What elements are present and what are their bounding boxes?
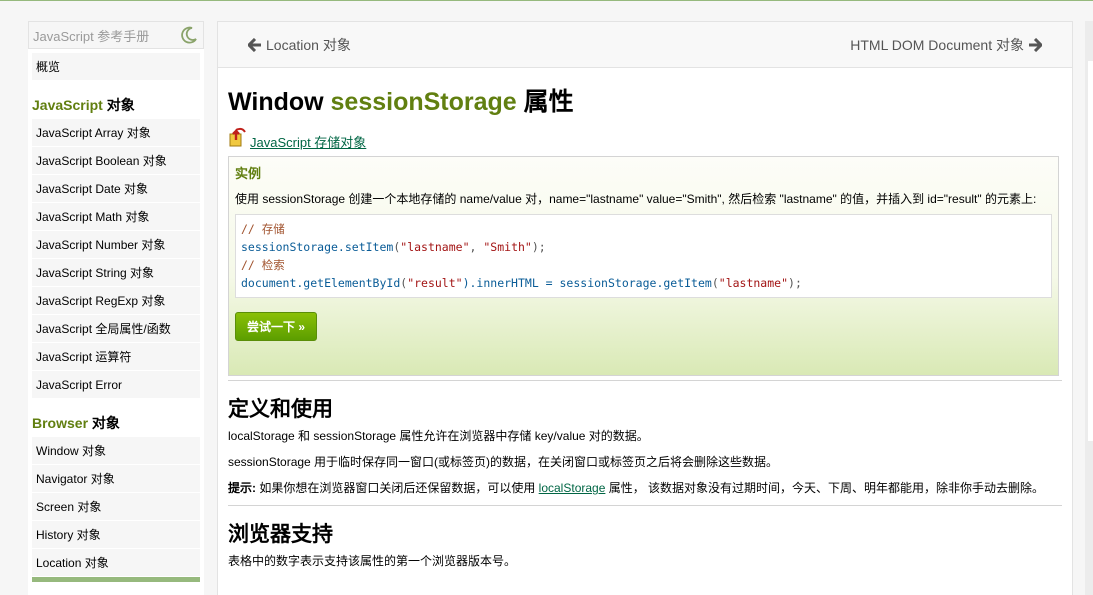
sidebar-item-active[interactable] <box>32 577 200 583</box>
code-block: // 存储 sessionStorage.setItem("lastname",… <box>235 214 1052 298</box>
sidebar-item[interactable]: JavaScript Number 对象 <box>32 231 200 259</box>
page-title: Window sessionStorage 属性 <box>228 82 1062 118</box>
section-green-word: Browser <box>32 415 89 431</box>
definition-paragraph-1: localStorage 和 sessionStorage 属性允许在浏览器中存… <box>228 429 649 443</box>
tip-text-b: 属性， 该数据对象没有过期时间，今天、下周、明年都能用，除非你手动去删除。 <box>605 481 1045 495</box>
breadcrumb: JavaScript 存储对象 <box>228 127 1062 152</box>
example-box: 实例 使用 sessionStorage 创建一个本地存储的 name/valu… <box>228 156 1059 376</box>
section-rest: 对象 <box>88 415 120 431</box>
sidebar-item-overview[interactable]: 概览 <box>32 53 200 81</box>
tip-paragraph: 提示: 如果你想在浏览器窗口关闭后还保留数据，可以使用 localStorage… <box>228 475 1062 501</box>
sidebar: JavaScript 参考手册 概览 JavaScript 对象 JavaScr… <box>28 21 204 595</box>
try-it-button[interactable]: 尝试一下 » <box>235 312 318 341</box>
code-string: "Smith" <box>483 240 532 254</box>
code-comment: // 检索 <box>241 258 285 272</box>
moon-icon[interactable] <box>179 25 199 45</box>
support-paragraph: 表格中的数字表示支持该属性的第一个浏览器版本号。 <box>228 554 517 568</box>
example-description: 使用 sessionStorage 创建一个本地存储的 name/value 对… <box>235 192 1037 206</box>
code-string: "lastname" <box>718 276 789 290</box>
sidebar-item[interactable]: JavaScript Array 对象 <box>32 119 200 147</box>
sidebar-item[interactable]: Screen 对象 <box>32 493 200 521</box>
section-heading-definition: 定义和使用 <box>228 398 333 421</box>
up-arrow-folder-icon <box>229 127 246 147</box>
code-comment: // 存储 <box>241 222 285 236</box>
sidebar-item[interactable]: JavaScript Math 对象 <box>32 203 200 231</box>
code-token: ( <box>711 276 719 290</box>
code-token: , <box>469 240 484 254</box>
sidebar-item[interactable]: JavaScript RegExp 对象 <box>32 287 200 315</box>
article: Window sessionStorage 属性 JavaScript 存储对象… <box>218 82 1072 574</box>
code-line: // 检索 <box>241 256 1046 274</box>
code-line: // 存储 <box>241 220 1046 238</box>
scrollbar-thumb[interactable] <box>1088 61 1093 441</box>
tip-label: 提示: <box>228 481 256 495</box>
code-string: "result" <box>407 276 463 290</box>
title-suffix: 属性 <box>516 88 574 116</box>
next-link-label: HTML DOM Document 对象 <box>850 36 1024 53</box>
definition-paragraph-2: sessionStorage 用于临时保存同一窗口(或标签页)的数据，在关闭窗口… <box>228 455 779 469</box>
code-token: ).innerHTML = sessionStorage.getItem <box>462 276 712 290</box>
prev-next-nav: Location 对象 HTML DOM Document 对象 <box>218 22 1072 68</box>
arrow-right-icon <box>1029 37 1042 52</box>
sidebar-item[interactable]: JavaScript String 对象 <box>32 259 200 287</box>
prev-link-label: Location 对象 <box>266 36 351 53</box>
divider <box>228 505 1062 506</box>
sidebar-section-javascript: JavaScript 对象 <box>32 95 200 115</box>
title-prefix: Window <box>228 88 331 116</box>
sidebar-item[interactable]: Navigator 对象 <box>32 465 200 493</box>
sidebar-item[interactable]: JavaScript Error <box>32 371 200 399</box>
section-heading-support: 浏览器支持 <box>228 523 333 546</box>
code-token: ); <box>531 240 546 254</box>
sidebar-item[interactable]: History 对象 <box>32 521 200 549</box>
sidebar-item[interactable]: JavaScript Date 对象 <box>32 175 200 203</box>
code-token: document.getElementById <box>241 276 401 290</box>
sidebar-item[interactable]: Location 对象 <box>32 549 200 577</box>
section-green-word: JavaScript <box>32 97 103 113</box>
arrow-left-icon <box>248 37 261 52</box>
sidebar-search-placeholder: JavaScript 参考手册 <box>33 28 150 44</box>
sidebar-search[interactable]: JavaScript 参考手册 <box>28 21 204 49</box>
sidebar-section-browser: Browser 对象 <box>32 413 200 433</box>
sidebar-item[interactable]: JavaScript 全局属性/函数 <box>32 315 200 343</box>
divider <box>228 380 1062 381</box>
example-heading: 实例 <box>235 166 262 181</box>
main-content: Location 对象 HTML DOM Document 对象 Window … <box>217 21 1073 595</box>
sidebar-item[interactable]: JavaScript Boolean 对象 <box>32 147 200 175</box>
title-highlight: sessionStorage <box>330 88 517 116</box>
code-token: ); <box>788 276 802 290</box>
code-string: "lastname" <box>400 240 470 254</box>
tip-text-a: 如果你想在浏览器窗口关闭后还保留数据，可以使用 <box>256 481 539 495</box>
next-link[interactable]: HTML DOM Document 对象 <box>850 35 1042 55</box>
parent-object-link[interactable]: JavaScript 存储对象 <box>250 132 366 151</box>
localstorage-link[interactable]: localStorage <box>539 481 606 495</box>
code-token: sessionStorage.setItem <box>241 240 394 254</box>
sidebar-item[interactable]: JavaScript 运算符 <box>32 343 200 371</box>
code-line: sessionStorage.setItem("lastname", "Smit… <box>241 238 1046 256</box>
section-rest: 对象 <box>102 97 135 113</box>
prev-link[interactable]: Location 对象 <box>248 35 351 55</box>
sidebar-item[interactable]: Window 对象 <box>32 437 200 465</box>
code-line: document.getElementById ( "result").innerH… <box>241 274 1046 292</box>
